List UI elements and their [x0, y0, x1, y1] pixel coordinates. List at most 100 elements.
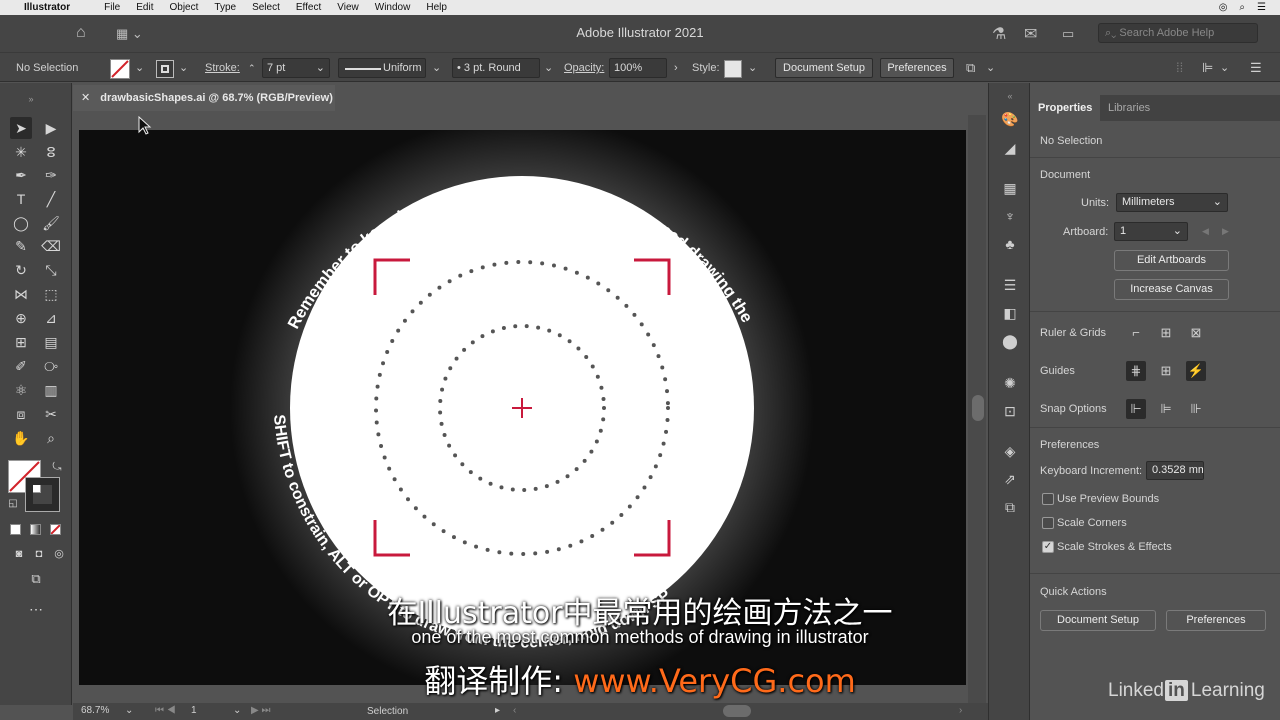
menu-type[interactable]: Type: [214, 2, 236, 13]
grid-icon[interactable]: ⊞: [1156, 323, 1176, 343]
stroke-weight-dropdown-icon[interactable]: ⌄: [316, 59, 325, 77]
menu-effect[interactable]: Effect: [296, 2, 321, 13]
horizontal-scroll-thumb[interactable]: [723, 705, 751, 717]
curvature-tool-icon[interactable]: ✑: [40, 164, 62, 186]
scale-tool-icon[interactable]: ⤡: [40, 259, 62, 281]
swap-fill-stroke-icon[interactable]: ⤿: [46, 456, 68, 478]
gradient-tool-icon[interactable]: ▤: [40, 331, 62, 353]
snap-to-pixel-icon[interactable]: ⊫: [1156, 399, 1176, 419]
lasso-tool-icon[interactable]: ⵓ: [40, 141, 62, 163]
collapse-panels-icon[interactable]: «: [1000, 86, 1020, 106]
style-dropdown-icon[interactable]: ⌄: [748, 59, 757, 77]
align-icon[interactable]: ⊫: [1202, 59, 1213, 77]
menu-object[interactable]: Object: [169, 2, 198, 13]
style-swatch[interactable]: [724, 60, 742, 78]
stroke-profile-dropdown-icon[interactable]: ⌄: [432, 59, 441, 77]
opacity-arrow-icon[interactable]: ›: [674, 59, 678, 77]
brushes-panel-icon[interactable]: ♆: [1000, 206, 1020, 226]
paintbrush-tool-icon[interactable]: 🖌: [40, 212, 62, 234]
increase-canvas-button[interactable]: Increase Canvas: [1114, 279, 1229, 300]
color-mode-icon[interactable]: [10, 524, 21, 535]
align-dropdown-icon[interactable]: ⌄: [1220, 59, 1229, 77]
appearance-panel-icon[interactable]: ⬤: [1000, 331, 1020, 351]
stroke-label[interactable]: Stroke:: [205, 59, 240, 77]
column-graph-tool-icon[interactable]: ▥: [40, 379, 62, 401]
pen-tool-icon[interactable]: ✒: [10, 164, 32, 186]
rotate-tool-icon[interactable]: ↻: [10, 259, 32, 281]
fill-swatch[interactable]: [110, 59, 130, 79]
draw-normal-icon[interactable]: ◙: [8, 543, 30, 565]
zoom-dropdown-icon[interactable]: ⌄: [125, 705, 133, 716]
artboards-panel-icon[interactable]: ⧉: [1000, 497, 1020, 517]
snap-to-point-icon[interactable]: ⊩: [1126, 399, 1146, 419]
type-tool-icon[interactable]: T: [10, 188, 32, 210]
menu-view[interactable]: View: [337, 2, 359, 13]
export-panel-icon[interactable]: ⇗: [1000, 469, 1020, 489]
transform-panel-icon[interactable]: ⊡: [1000, 401, 1020, 421]
selection-tool-icon[interactable]: ➤: [10, 117, 32, 139]
flask-icon[interactable]: ⚗: [992, 24, 1006, 44]
spotlight-icon[interactable]: ⌕: [1239, 2, 1245, 13]
status-tool-label[interactable]: Selection: [367, 706, 408, 717]
stroke-color-box[interactable]: [25, 477, 60, 512]
shaper-tool-icon[interactable]: ✎: [10, 235, 32, 257]
width-tool-icon[interactable]: ⋈: [10, 283, 32, 305]
close-tab-icon[interactable]: ✕: [81, 92, 90, 104]
transform-icon[interactable]: ⁞⁞: [1176, 59, 1183, 77]
use-preview-bounds-checkbox[interactable]: [1042, 493, 1054, 505]
keyboard-increment-field[interactable]: 0.3528 mm: [1146, 461, 1204, 480]
symbol-sprayer-tool-icon[interactable]: ⚛: [10, 379, 32, 401]
menu-edit[interactable]: Edit: [136, 2, 153, 13]
stroke-panel-icon[interactable]: ☰: [1000, 275, 1020, 295]
artboard-prev-icon[interactable]: ◀: [1202, 226, 1209, 237]
hand-tool-icon[interactable]: ✋: [10, 427, 32, 449]
artboard-select[interactable]: 1 ⌄: [1114, 222, 1188, 241]
stroke-weight-field[interactable]: 7 pt ⌄: [262, 58, 330, 78]
artboard-number-field[interactable]: 1: [191, 705, 197, 716]
edit-artboards-button[interactable]: Edit Artboards: [1114, 250, 1229, 271]
ruler-icon[interactable]: ⌐: [1126, 323, 1146, 343]
color-guide-icon[interactable]: 🎨: [1000, 109, 1020, 129]
eyedropper-tool-icon[interactable]: ✐: [10, 355, 32, 377]
artboard-dropdown-icon[interactable]: ⌄: [233, 705, 241, 716]
hscroll-right-icon[interactable]: ›: [959, 705, 962, 716]
default-colors-icon[interactable]: ◱: [2, 493, 24, 515]
zoom-field[interactable]: 68.7%: [81, 705, 109, 716]
arrange-documents-icon[interactable]: ▭: [1062, 26, 1074, 42]
first-artboard-icon[interactable]: ⏮ ◀: [155, 705, 176, 716]
draw-behind-icon[interactable]: ◘: [28, 543, 50, 565]
layers-panel-icon[interactable]: ◈: [1000, 441, 1020, 461]
opacity-label[interactable]: Opacity:: [564, 59, 604, 77]
last-artboard-icon[interactable]: ▶ ⏭: [251, 705, 270, 716]
tab-libraries[interactable]: Libraries: [1100, 95, 1158, 121]
screen-mode-icon[interactable]: ⧉: [25, 568, 47, 590]
slice-tool-icon[interactable]: ✂: [40, 403, 62, 425]
free-transform-tool-icon[interactable]: ⬚: [40, 283, 62, 305]
status-menu-arrow-icon[interactable]: ▸: [495, 705, 500, 716]
menu-window[interactable]: Window: [375, 2, 411, 13]
search-help-input[interactable]: ⌕⌄ Search Adobe Help: [1098, 23, 1258, 43]
artboard-tool-icon[interactable]: ⧈: [10, 403, 32, 425]
menu-app-name[interactable]: Illustrator: [24, 2, 70, 13]
tools-collapse-icon[interactable]: »: [20, 88, 42, 110]
document-tab[interactable]: ✕ drawbasicShapes.ai @ 68.7% (RGB/Preview…: [73, 85, 335, 111]
scale-corners-checkbox[interactable]: [1042, 517, 1054, 529]
gradient-mode-icon[interactable]: [30, 524, 41, 535]
direct-selection-tool-icon[interactable]: ▶: [40, 117, 62, 139]
draw-inside-icon[interactable]: ◎: [48, 543, 70, 565]
vertical-scroll-thumb[interactable]: [972, 395, 984, 421]
fill-dropdown-icon[interactable]: ⌄: [135, 59, 144, 77]
scale-strokes-checkbox[interactable]: ✓: [1042, 541, 1054, 553]
opacity-field[interactable]: 100%: [609, 58, 667, 78]
brush-select[interactable]: • 3 pt. Round: [452, 58, 540, 78]
ellipse-tool-icon[interactable]: ◯: [10, 212, 32, 234]
snap-to-glyph-icon[interactable]: ⊪: [1186, 399, 1206, 419]
arrange-icon[interactable]: ⧉: [966, 59, 975, 77]
menu-select[interactable]: Select: [252, 2, 280, 13]
artboard-dropdown-icon[interactable]: ⌄: [1173, 223, 1182, 240]
line-tool-icon[interactable]: ╱: [40, 188, 62, 210]
document-setup-button[interactable]: Document Setup: [775, 58, 873, 78]
brush-dropdown-icon[interactable]: ⌄: [544, 59, 553, 77]
magic-wand-tool-icon[interactable]: ✳: [10, 141, 32, 163]
units-select[interactable]: Millimeters ⌄: [1116, 193, 1228, 212]
